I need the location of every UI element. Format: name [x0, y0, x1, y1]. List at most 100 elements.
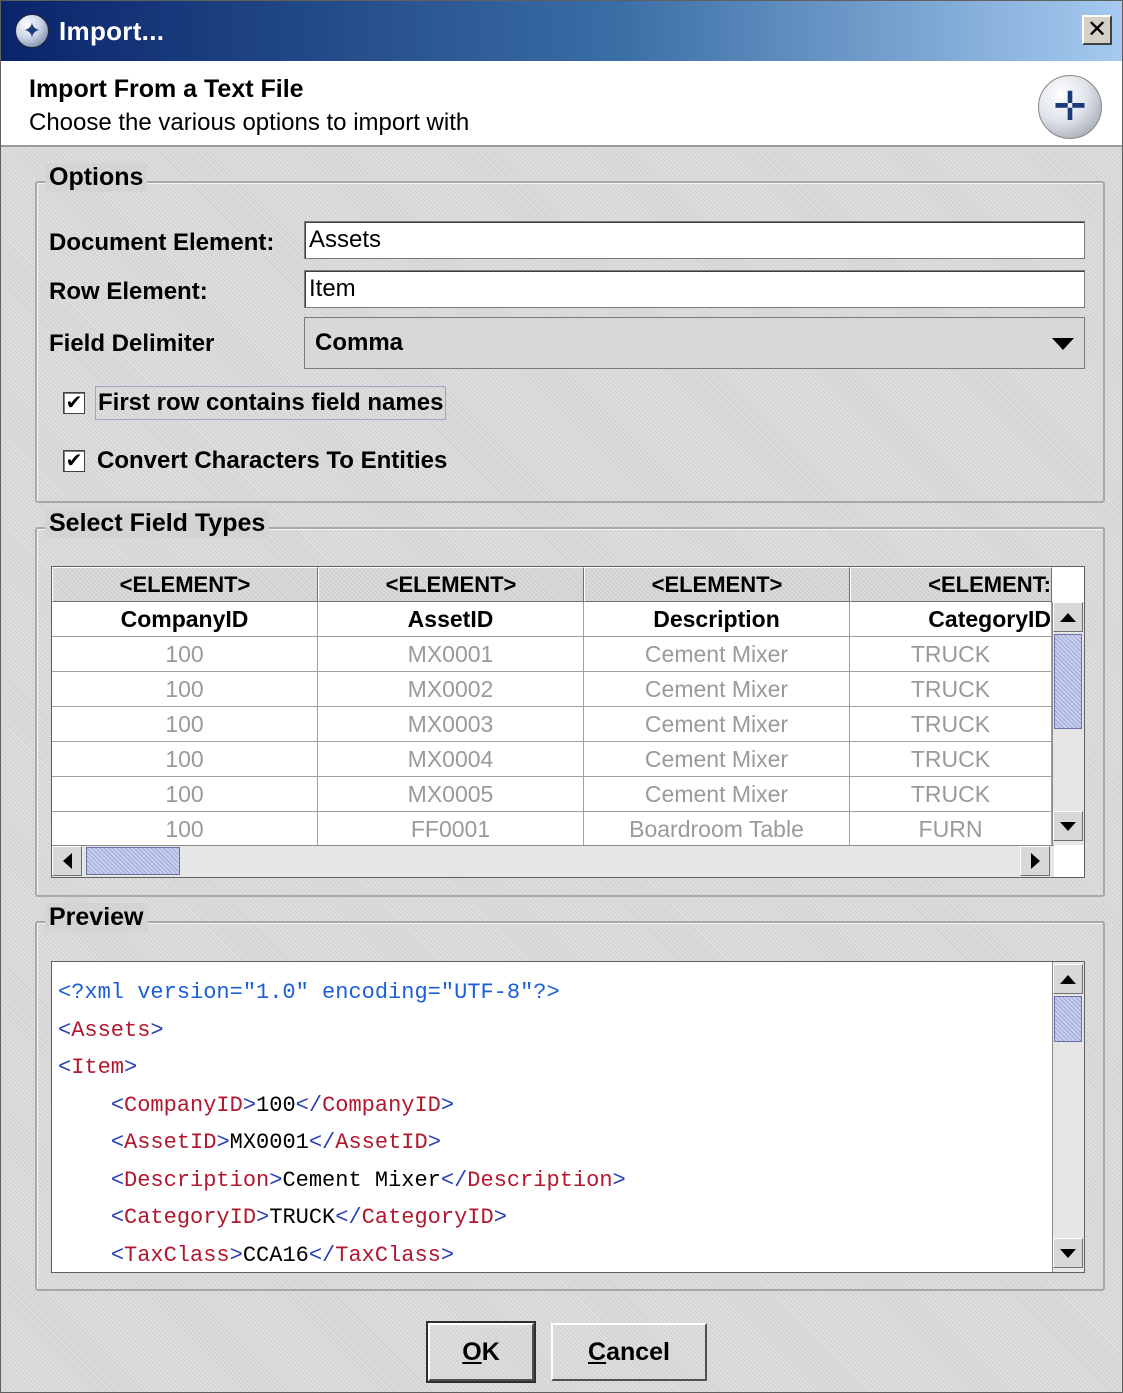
- xml-token: >: [150, 1017, 164, 1043]
- type-header-cell[interactable]: <ELEMENT:: [850, 567, 1052, 602]
- table-cell: MX0005: [318, 777, 584, 812]
- table-row[interactable]: 100 MX0003 Cement Mixer TRUCK: [52, 707, 1052, 742]
- document-element-value: Assets: [309, 226, 382, 253]
- column-header-cell: CategoryID: [850, 602, 1052, 637]
- field-delimiter-value: Comma: [315, 329, 404, 356]
- field-delimiter-label: Field Delimiter: [49, 330, 215, 357]
- xml-token: AssetID: [124, 1130, 217, 1155]
- scroll-thumb[interactable]: [1054, 634, 1082, 729]
- xml-preview-text: <?xml version="1.0" encoding="UTF-8"?> <A…: [58, 974, 626, 1272]
- xml-token: >: [612, 1167, 626, 1193]
- column-header-cell: Description: [584, 602, 850, 637]
- scroll-thumb[interactable]: [86, 847, 180, 875]
- xml-token: >: [440, 1092, 455, 1118]
- banner-subtitle: Choose the various options to import wit…: [29, 109, 470, 136]
- xml-token: >: [440, 1242, 455, 1268]
- scroll-up-button[interactable]: [1053, 602, 1083, 632]
- field-delimiter-select[interactable]: Comma: [304, 317, 1085, 369]
- scroll-right-button[interactable]: [1020, 846, 1050, 876]
- scroll-up-button[interactable]: [1053, 964, 1083, 994]
- document-element-field[interactable]: Assets: [304, 221, 1085, 259]
- scroll-left-button[interactable]: [52, 846, 82, 876]
- xml-token: >: [256, 1205, 270, 1230]
- column-header-cell: AssetID: [318, 602, 584, 637]
- ok-button[interactable]: OK: [426, 1321, 536, 1383]
- xml-token: TaxClass: [124, 1242, 230, 1268]
- ok-label: K: [481, 1337, 500, 1366]
- xml-token: Description: [124, 1167, 270, 1193]
- table-horizontal-scrollbar[interactable]: [52, 845, 1054, 877]
- first-row-checkbox[interactable]: ✔: [63, 392, 85, 414]
- cancel-label: ancel: [606, 1337, 670, 1366]
- xml-token: Cement Mixer: [282, 1167, 441, 1193]
- convert-checkbox-row[interactable]: ✔ Convert Characters To Entities: [63, 445, 449, 477]
- table-cell: FURN: [850, 812, 1052, 847]
- table-cell: 100: [52, 742, 318, 777]
- xml-token: <: [58, 1055, 72, 1080]
- xml-token: Description: [467, 1167, 613, 1193]
- table-row[interactable]: 100 MX0005 Cement Mixer TRUCK: [52, 777, 1052, 812]
- header-banner: Import From a Text File Choose the vario…: [1, 61, 1122, 147]
- table-row[interactable]: 100 FF0001 Boardroom Table FURN: [52, 812, 1052, 847]
- options-legend: Options: [45, 163, 148, 192]
- preview-legend: Preview: [45, 903, 148, 932]
- title-bar[interactable]: ✦ Import... ✕: [1, 1, 1122, 61]
- table-cell: MX0004: [318, 742, 584, 777]
- scroll-down-button[interactable]: [1053, 811, 1083, 841]
- xml-token: AssetID: [335, 1130, 428, 1155]
- table-row[interactable]: 100 MX0004 Cement Mixer TRUCK: [52, 742, 1052, 777]
- cancel-mnemonic: C: [588, 1337, 607, 1366]
- xml-line: <AssetID>MX0001</AssetID>: [58, 1124, 626, 1162]
- xml-token: >: [427, 1130, 441, 1155]
- preview-pane[interactable]: <?xml version="1.0" encoding="UTF-8"?> <A…: [51, 961, 1085, 1273]
- scroll-down-button[interactable]: [1053, 1238, 1083, 1268]
- xml-token: <: [110, 1205, 125, 1230]
- table-cell: FF0001: [318, 812, 584, 847]
- xml-token: <: [110, 1167, 125, 1193]
- xml-token: </: [295, 1092, 323, 1118]
- app-logo-icon: ✦: [15, 14, 49, 48]
- scroll-thumb[interactable]: [1054, 996, 1082, 1042]
- xml-token: <: [110, 1092, 125, 1118]
- convert-checkbox[interactable]: ✔: [63, 450, 85, 472]
- xml-line: <Description>Cement Mixer</Description>: [58, 1162, 626, 1200]
- ok-mnemonic: O: [462, 1337, 482, 1366]
- table-cell: TRUCK: [850, 707, 1052, 742]
- xml-token: Assets: [71, 1017, 151, 1043]
- first-row-label: First row contains field names: [95, 386, 447, 420]
- xml-token: >: [493, 1205, 507, 1230]
- xml-token: >: [124, 1055, 138, 1080]
- table-cell: MX0003: [318, 707, 584, 742]
- close-button[interactable]: ✕: [1082, 15, 1112, 45]
- table-row[interactable]: 100 MX0001 Cement Mixer TRUCK: [52, 637, 1052, 672]
- arrow-up-icon: [1060, 974, 1076, 984]
- xml-token: >: [229, 1242, 243, 1268]
- type-header-cell[interactable]: <ELEMENT>: [52, 567, 318, 602]
- table-row[interactable]: 100 MX0002 Cement Mixer TRUCK: [52, 672, 1052, 707]
- xml-token: <: [110, 1242, 125, 1268]
- arrow-left-icon: [62, 853, 72, 869]
- arrow-down-icon: [1060, 1248, 1076, 1258]
- xml-token: 100: [256, 1092, 296, 1118]
- column-header-row: CompanyID AssetID Description CategoryID: [52, 602, 1052, 637]
- xml-token: </: [308, 1130, 336, 1155]
- import-dialog: ✦ Import... ✕ Import From a Text File Ch…: [0, 0, 1123, 1393]
- xml-token: >: [269, 1167, 283, 1193]
- row-element-field[interactable]: Item: [304, 270, 1085, 308]
- table-cell: MX0002: [318, 672, 584, 707]
- table-cell: Cement Mixer: [584, 707, 850, 742]
- table-vertical-scrollbar[interactable]: [1052, 602, 1084, 845]
- xml-token: CategoryID: [361, 1205, 494, 1230]
- xml-token: Item: [71, 1055, 125, 1080]
- cancel-button[interactable]: Cancel: [551, 1323, 707, 1381]
- table-cell: 100: [52, 812, 318, 847]
- row-element-label: Row Element:: [49, 278, 208, 305]
- type-header-cell[interactable]: <ELEMENT>: [318, 567, 584, 602]
- first-row-checkbox-row[interactable]: ✔ First row contains field names: [63, 386, 447, 420]
- type-header-cell[interactable]: <ELEMENT>: [584, 567, 850, 602]
- table-cell: Boardroom Table: [584, 812, 850, 847]
- preview-vertical-scrollbar[interactable]: [1052, 962, 1084, 1272]
- xml-token: >: [242, 1092, 257, 1118]
- xml-token: CompanyID: [322, 1092, 441, 1118]
- table-cell: TRUCK: [850, 742, 1052, 777]
